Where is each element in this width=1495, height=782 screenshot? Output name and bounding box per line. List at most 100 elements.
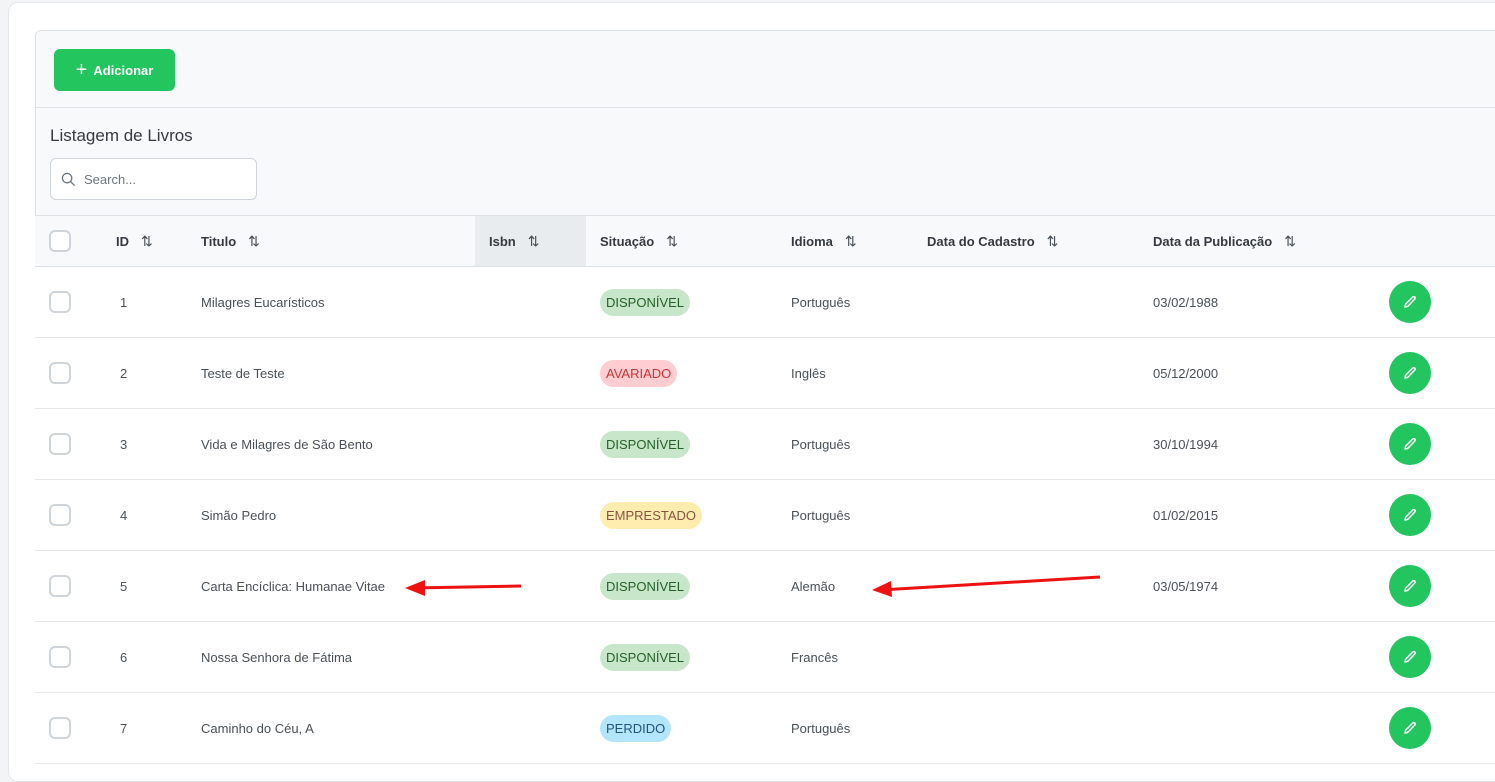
cell-titulo: Nossa Senhora de Fátima (201, 621, 475, 693)
status-badge: DISPONÍVEL (600, 288, 691, 316)
pencil-icon (1404, 721, 1416, 734)
cell-data-cadastro (927, 692, 1153, 764)
column-idioma[interactable]: Idioma ⇅ (791, 215, 927, 267)
table-row[interactable]: 2 Teste de Teste AVARIADO Inglês 05/12/2… (35, 337, 1495, 409)
status-badge: PERDIDO (600, 714, 672, 742)
search-icon (61, 172, 76, 186)
page-title: Listagem de Livros (50, 126, 193, 145)
pencil-icon (1404, 650, 1416, 663)
column-id[interactable]: ID ⇅ (107, 215, 201, 267)
pencil-icon (1404, 366, 1416, 379)
cell-data-publicacao (1153, 692, 1373, 764)
toolbar: + Adicionar (35, 30, 1495, 108)
column-titulo[interactable]: Titulo ⇅ (201, 215, 475, 267)
sort-icon: ⇅ (1046, 232, 1059, 249)
pencil-icon (1404, 508, 1416, 521)
table-row[interactable]: 7 Caminho do Céu, A PERDIDO Português (35, 692, 1495, 764)
edit-button[interactable] (1389, 423, 1431, 465)
cell-isbn (475, 408, 586, 480)
column-situacao[interactable]: Situação ⇅ (586, 215, 791, 267)
cell-id: 1 (107, 266, 201, 338)
table-header-row: ID ⇅ Titulo ⇅ Isbn ⇅ Situação ⇅ Idioma ⇅ Data… (35, 215, 1495, 267)
cell-data-cadastro (927, 621, 1153, 693)
column-data-cadastro[interactable]: Data do Cadastro ⇅ (927, 215, 1153, 267)
column-label: Data do Cadastro (927, 233, 1035, 249)
row-checkbox[interactable] (49, 575, 71, 597)
cell-data-publicacao: 30/10/1994 (1153, 408, 1373, 480)
cell-data-publicacao: 03/05/1974 (1153, 550, 1373, 622)
cell-idioma: Inglês (791, 337, 927, 409)
sort-icon: ⇅ (1284, 232, 1296, 249)
row-checkbox[interactable] (49, 504, 71, 526)
add-button[interactable]: + Adicionar (54, 49, 175, 91)
cell-data-cadastro (927, 550, 1153, 622)
cell-isbn (475, 337, 586, 409)
cell-id: 5 (107, 550, 201, 622)
edit-button[interactable] (1389, 281, 1431, 323)
pencil-icon (1404, 295, 1416, 308)
add-button-label: Adicionar (93, 62, 154, 78)
status-badge: DISPONÍVEL (600, 572, 691, 600)
cell-id: 6 (107, 621, 201, 693)
cell-data-publicacao (1153, 621, 1373, 693)
cell-idioma: Português (791, 266, 927, 338)
row-checkbox[interactable] (49, 646, 71, 668)
sort-icon: ⇅ (666, 232, 678, 249)
edit-button[interactable] (1389, 636, 1431, 678)
pencil-icon (1404, 437, 1416, 450)
select-all-checkbox[interactable] (49, 230, 71, 252)
table-row[interactable]: 6 Nossa Senhora de Fátima DISPONÍVEL Fra… (35, 621, 1495, 693)
cell-titulo: Milagres Eucarísticos (201, 266, 475, 338)
cell-data-cadastro (927, 266, 1153, 338)
row-checkbox[interactable] (49, 291, 71, 313)
column-label: Situação (600, 233, 655, 249)
books-table: ID ⇅ Titulo ⇅ Isbn ⇅ Situação ⇅ Idioma ⇅ Data… (35, 215, 1495, 764)
cell-data-publicacao: 05/12/2000 (1153, 337, 1373, 409)
cell-idioma: Francês (791, 621, 927, 693)
cell-data-publicacao: 01/02/2015 (1153, 479, 1373, 551)
column-label: Idioma (791, 233, 833, 249)
cell-isbn (475, 692, 586, 764)
search-input[interactable] (84, 171, 234, 187)
edit-button[interactable] (1389, 352, 1431, 394)
cell-idioma: Português (791, 479, 927, 551)
sort-icon: ⇅ (527, 232, 540, 249)
column-actions (1373, 215, 1495, 267)
row-checkbox[interactable] (49, 362, 71, 384)
sort-icon: ⇅ (248, 232, 260, 249)
status-badge: EMPRESTADO (600, 501, 703, 529)
cell-id: 2 (107, 337, 201, 409)
status-badge: AVARIADO (600, 359, 678, 387)
cell-idioma: Alemão (791, 550, 927, 622)
cell-idioma: Português (791, 408, 927, 480)
sort-icon: ⇅ (141, 232, 153, 249)
cell-titulo: Vida e Milagres de São Bento (201, 408, 475, 480)
plus-icon: + (75, 59, 88, 81)
cell-data-cadastro (927, 479, 1153, 551)
search-box (50, 158, 257, 200)
cell-idioma: Português (791, 692, 927, 764)
cell-titulo: Teste de Teste (201, 337, 475, 409)
edit-button[interactable] (1389, 707, 1431, 749)
column-data-publicacao[interactable]: Data da Publicação ⇅ (1153, 215, 1373, 267)
table-row[interactable]: 3 Vida e Milagres de São Bento DISPONÍVE… (35, 408, 1495, 480)
column-label: ID (116, 233, 129, 249)
column-label: Data da Publicação (1153, 233, 1273, 249)
sort-icon: ⇅ (844, 232, 857, 249)
cell-isbn (475, 479, 586, 551)
cell-isbn (475, 266, 586, 338)
table-row[interactable]: 1 Milagres Eucarísticos DISPONÍVEL Portu… (35, 266, 1495, 338)
edit-button[interactable] (1389, 565, 1431, 607)
cell-id: 4 (107, 479, 201, 551)
column-label: Titulo (201, 233, 237, 249)
listing-header: Listagem de Livros (35, 108, 1495, 216)
cell-titulo: Simão Pedro (201, 479, 475, 551)
column-isbn[interactable]: Isbn ⇅ (475, 215, 586, 267)
cell-data-publicacao: 03/02/1988 (1153, 266, 1373, 338)
edit-button[interactable] (1389, 494, 1431, 536)
table-row[interactable]: 5 Carta Encíclica: Humanae Vitae DISPONÍ… (35, 550, 1495, 622)
row-checkbox[interactable] (49, 717, 71, 739)
row-checkbox[interactable] (49, 433, 71, 455)
cell-isbn (475, 550, 586, 622)
table-row[interactable]: 4 Simão Pedro EMPRESTADO Português 01/02… (35, 479, 1495, 551)
